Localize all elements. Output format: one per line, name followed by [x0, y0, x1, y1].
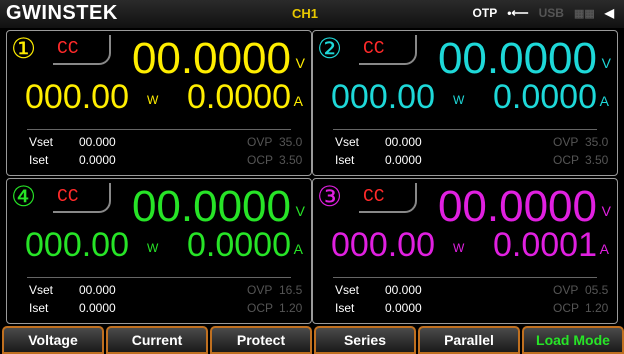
load-mode-softkey[interactable]: Load Mode: [522, 326, 624, 354]
top-status-bar: GWINSTEK CH1 OTP •⟵ USB ▦▦ ◀: [0, 0, 624, 28]
channel-number: ②: [317, 33, 343, 64]
otp-indicator: OTP: [472, 6, 498, 20]
voltage-unit: V: [601, 203, 611, 219]
iset-label: Iset: [29, 301, 49, 315]
ovp-label: OVP: [553, 283, 579, 297]
ocp-label: OCP: [553, 153, 580, 167]
ovp-value: 35.0: [279, 135, 303, 149]
power-unit: W: [453, 241, 465, 255]
channel-panel-1[interactable]: ① CC 00.0000 V 000.00 W 0.0000 A Vset 00…: [6, 30, 312, 176]
vset-value: 00.000: [79, 135, 116, 149]
iset-value: 0.0000: [79, 301, 116, 315]
iset-value: 0.0000: [385, 153, 422, 167]
current-unit: A: [293, 241, 303, 257]
ocp-value: 3.50: [585, 153, 609, 167]
vset-label: Vset: [335, 283, 360, 297]
vset-label: Vset: [335, 135, 360, 149]
voltage-readout: 00.0000: [437, 182, 597, 231]
ocp-label: OCP: [247, 153, 274, 167]
current-readout: 0.0000: [187, 78, 291, 116]
divider: [27, 277, 291, 278]
speaker-icon: ◀: [604, 6, 614, 20]
current-readout: 0.0000: [493, 78, 597, 116]
ocp-label: OCP: [247, 301, 274, 315]
mode-indicator: CC: [359, 35, 417, 65]
voltage-unit: V: [295, 55, 305, 71]
softkey-bar: Voltage Current Protect Series Parallel …: [0, 326, 624, 354]
ocp-value: 1.20: [585, 301, 609, 315]
vset-label: Vset: [29, 135, 54, 149]
current-softkey[interactable]: Current: [106, 326, 208, 354]
divider: [333, 277, 597, 278]
power-unit: W: [147, 241, 159, 255]
current-unit: A: [599, 241, 609, 257]
voltage-readout: 00.0000: [437, 34, 597, 83]
mode-indicator: CC: [53, 183, 111, 213]
ocp-value: 1.20: [279, 301, 303, 315]
iset-label: Iset: [335, 301, 355, 315]
channel-indicator: CH1: [292, 6, 319, 21]
channel-number: ③: [317, 181, 343, 212]
iset-value: 0.0000: [79, 153, 116, 167]
power-unit: W: [147, 93, 159, 107]
vset-label: Vset: [29, 283, 54, 297]
current-unit: A: [599, 93, 609, 109]
power-readout: 000.00: [331, 226, 435, 264]
power-readout: 000.00: [25, 78, 129, 116]
channel-panel-4[interactable]: ④ CC 00.0000 V 000.00 W 0.0000 A Vset 00…: [6, 178, 312, 324]
voltage-readout: 00.0000: [131, 34, 291, 83]
brand-logo: GWINSTEK: [6, 2, 118, 24]
mode-indicator: CC: [53, 35, 111, 65]
voltage-unit: V: [295, 203, 305, 219]
protect-softkey[interactable]: Protect: [210, 326, 312, 354]
usb-indicator: USB: [538, 6, 564, 20]
ovp-label: OVP: [247, 135, 273, 149]
voltage-readout: 00.0000: [131, 182, 291, 231]
ovp-value: 16.5: [279, 283, 303, 297]
channel-panel-2[interactable]: ② CC 00.0000 V 000.00 W 0.0000 A Vset 00…: [312, 30, 618, 176]
iset-label: Iset: [29, 153, 49, 167]
channel-panel-3[interactable]: ③ CC 00.0000 V 000.00 W 0.0001 A Vset 00…: [312, 178, 618, 324]
channel-number: ①: [11, 33, 37, 64]
usb-plug-icon: •⟵: [507, 6, 529, 20]
current-readout: 0.0001: [493, 226, 597, 264]
iset-label: Iset: [335, 153, 355, 167]
power-supply-screen: GWINSTEK CH1 OTP •⟵ USB ▦▦ ◀ ① CC 00.000…: [0, 0, 624, 354]
ovp-label: OVP: [247, 283, 273, 297]
ovp-value: 35.0: [585, 135, 609, 149]
divider: [333, 129, 597, 130]
series-softkey[interactable]: Series: [314, 326, 416, 354]
ovp-label: OVP: [553, 135, 579, 149]
ocp-value: 3.50: [279, 153, 303, 167]
vset-value: 00.000: [79, 283, 116, 297]
current-readout: 0.0000: [187, 226, 291, 264]
voltage-unit: V: [601, 55, 611, 71]
ovp-value: 05.5: [585, 283, 609, 297]
voltage-softkey[interactable]: Voltage: [2, 326, 104, 354]
status-area: OTP •⟵ USB ▦▦ ◀: [473, 6, 614, 20]
current-unit: A: [293, 93, 303, 109]
memory-icon: ▦▦: [573, 7, 595, 20]
power-readout: 000.00: [25, 226, 129, 264]
ocp-label: OCP: [553, 301, 580, 315]
parallel-softkey[interactable]: Parallel: [418, 326, 520, 354]
power-readout: 000.00: [331, 78, 435, 116]
vset-value: 00.000: [385, 135, 422, 149]
divider: [27, 129, 291, 130]
mode-indicator: CC: [359, 183, 417, 213]
iset-value: 0.0000: [385, 301, 422, 315]
vset-value: 00.000: [385, 283, 422, 297]
channel-number: ④: [11, 181, 37, 212]
power-unit: W: [453, 93, 465, 107]
